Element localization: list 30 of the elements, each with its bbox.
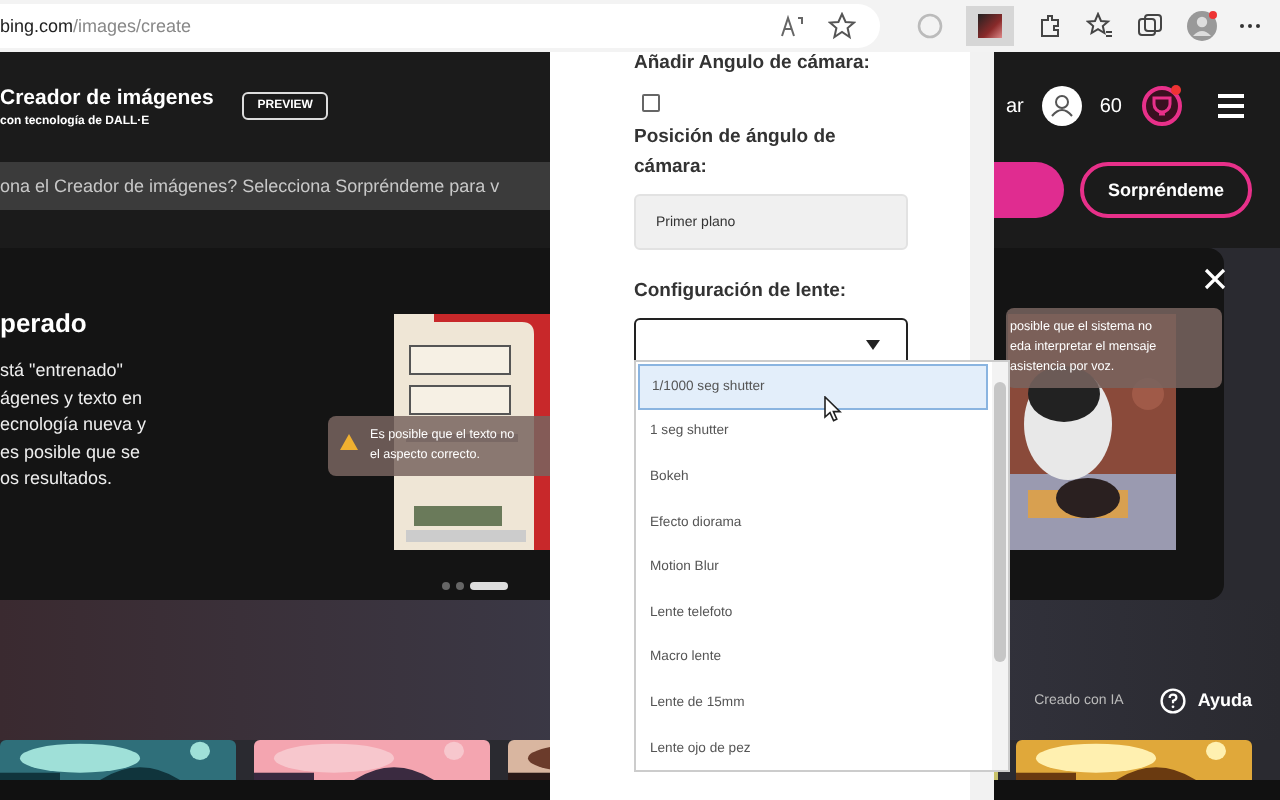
help-icon[interactable] bbox=[1159, 687, 1186, 713]
field-label: Añadir Angulo de cámara: bbox=[634, 52, 870, 74]
puzzle-icon[interactable] bbox=[1036, 12, 1064, 40]
caret-icon bbox=[866, 339, 880, 349]
surprise-button[interactable]: Sorpréndeme bbox=[1080, 162, 1253, 218]
sign-in-link[interactable]: ar bbox=[1005, 95, 1024, 117]
panel-heading: perado bbox=[0, 308, 89, 338]
extension-button[interactable] bbox=[966, 6, 1014, 46]
favorites-icon[interactable] bbox=[1086, 12, 1114, 40]
scrollbar[interactable] bbox=[992, 362, 1008, 771]
profile-avatar-icon[interactable] bbox=[1186, 10, 1218, 42]
warning-icon bbox=[340, 434, 358, 450]
favorite-star-icon[interactable] bbox=[828, 12, 856, 40]
carousel-dot[interactable] bbox=[456, 582, 464, 590]
help-link[interactable]: Ayuda bbox=[1197, 690, 1252, 710]
url-text: bing.com/images/create bbox=[0, 16, 194, 36]
panel-paragraph: stá "entrenado" ágenes y texto en ecnología nueva y es posible que se os resultados. bbox=[0, 358, 147, 492]
close-icon[interactable] bbox=[1204, 268, 1226, 290]
field-label: Configuración de lente: bbox=[634, 280, 847, 302]
app-title: Creador de imágenes bbox=[0, 85, 214, 109]
collections-icon[interactable] bbox=[1136, 12, 1164, 40]
mouse-cursor-icon bbox=[824, 396, 842, 422]
trophy-icon[interactable] bbox=[1140, 84, 1184, 128]
user-avatar-icon[interactable] bbox=[1041, 86, 1082, 126]
menu-icon[interactable] bbox=[1218, 94, 1244, 118]
carousel-dot[interactable] bbox=[442, 582, 450, 590]
read-aloud-icon[interactable] bbox=[780, 14, 808, 38]
points-count: 60 bbox=[1099, 95, 1122, 117]
checkbox[interactable] bbox=[642, 94, 660, 112]
address-bar[interactable]: bing.com/images/create bbox=[0, 4, 880, 48]
